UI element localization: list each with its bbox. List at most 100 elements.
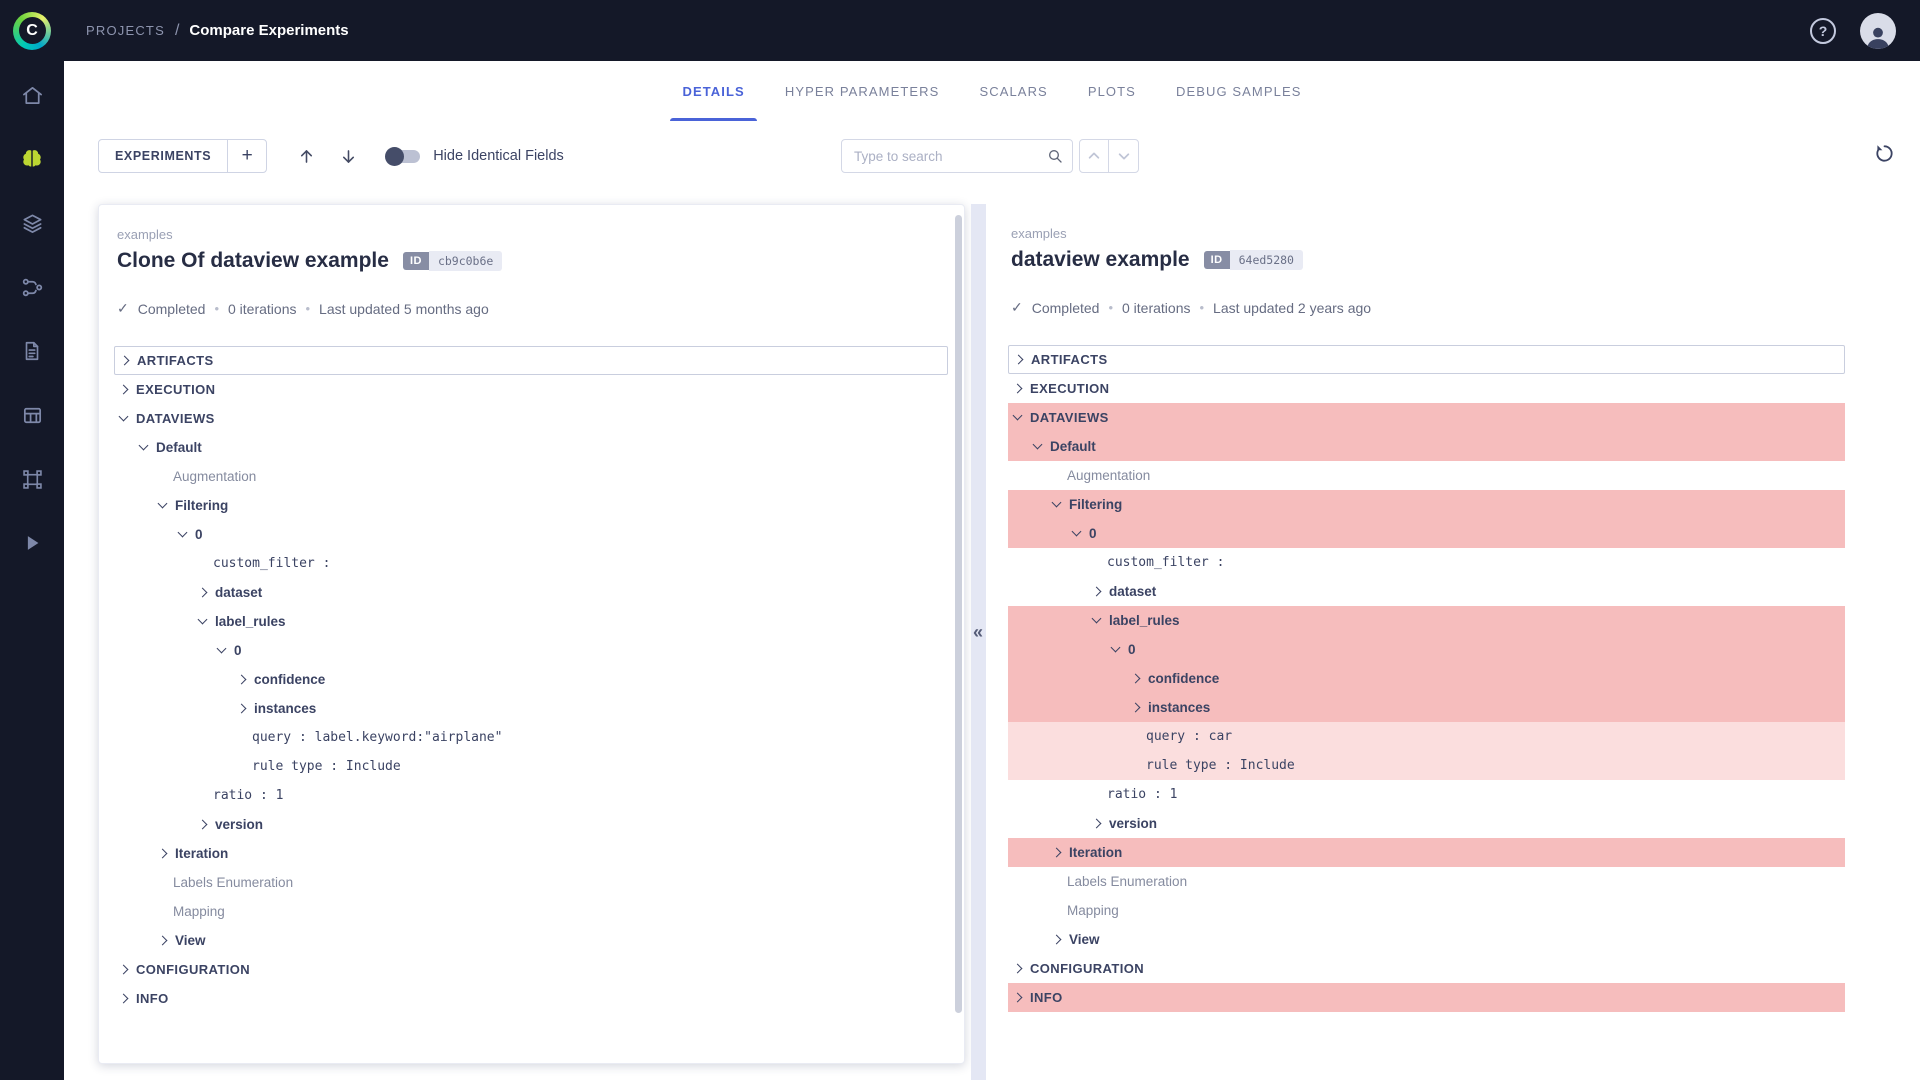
tree-row-dataset[interactable]: dataset xyxy=(1008,577,1845,606)
tree-row-info[interactable]: INFO xyxy=(1008,983,1845,1012)
tree-row-rule-type: rule type : Include xyxy=(114,752,948,781)
hide-identical-toggle-group: Hide Identical Fields xyxy=(387,148,564,164)
tree-row-configuration[interactable]: CONFIGURATION xyxy=(114,955,948,984)
experiments-selector-button[interactable]: EXPERIMENTS + xyxy=(98,139,267,173)
search-input[interactable] xyxy=(854,149,1047,164)
sidebar-item-pipelines[interactable] xyxy=(0,255,64,319)
panel-divider: « xyxy=(965,204,1008,1080)
breadcrumb-separator: / xyxy=(175,22,179,40)
tree-row-filter-0[interactable]: 0 xyxy=(1008,519,1845,548)
home-icon xyxy=(21,84,44,107)
chevron-right-icon xyxy=(237,675,247,685)
person-icon xyxy=(1865,25,1891,49)
search-box xyxy=(841,139,1073,173)
chevron-right-icon xyxy=(1013,993,1023,1003)
tree-row-rule-0[interactable]: 0 xyxy=(1008,635,1845,664)
chevron-right-icon xyxy=(119,994,129,1004)
tree-row-dataset[interactable]: dataset xyxy=(114,578,948,607)
sidebar-item-datasets[interactable] xyxy=(0,191,64,255)
tree-row-iteration[interactable]: Iteration xyxy=(1008,838,1845,867)
tree-row-filtering[interactable]: Filtering xyxy=(1008,490,1845,519)
tab-details[interactable]: DETAILS xyxy=(666,61,760,121)
tree-row-custom-filter: custom_filter : xyxy=(1008,548,1845,577)
details-tree: ARTIFACTS EXECUTION DATAVIEWS Default Au… xyxy=(1008,345,1845,1012)
chevron-down-icon xyxy=(119,412,129,422)
add-experiment-icon[interactable]: + xyxy=(228,140,266,172)
breadcrumb: PROJECTS / Compare Experiments xyxy=(86,22,349,40)
tree-row-configuration[interactable]: CONFIGURATION xyxy=(1008,954,1845,983)
tree-row-rule-0[interactable]: 0 xyxy=(114,636,948,665)
experiment-panel-left: examples Clone Of dataview example ID cb… xyxy=(98,204,965,1064)
sidebar-item-projects[interactable] xyxy=(0,127,64,191)
tree-row-view[interactable]: View xyxy=(114,926,948,955)
breadcrumb-projects-link[interactable]: PROJECTS xyxy=(86,23,165,38)
tree-row-filter-0[interactable]: 0 xyxy=(114,520,948,549)
sidebar-item-orchestration[interactable] xyxy=(0,383,64,447)
previous-diff-button[interactable] xyxy=(289,139,323,173)
user-avatar[interactable] xyxy=(1860,13,1896,49)
chevron-right-icon xyxy=(119,385,129,395)
hide-identical-toggle[interactable] xyxy=(387,150,420,163)
tree-row-confidence[interactable]: confidence xyxy=(1008,664,1845,693)
tree-row-info[interactable]: INFO xyxy=(114,984,948,1013)
details-tree: ARTIFACTS EXECUTION DATAVIEWS Default Au… xyxy=(114,346,948,1013)
tree-row-filtering[interactable]: Filtering xyxy=(114,491,948,520)
id-label: ID xyxy=(1204,251,1230,269)
completed-check-icon: ✓ xyxy=(117,300,129,317)
help-icon[interactable]: ? xyxy=(1810,18,1836,44)
tree-row-iteration[interactable]: Iteration xyxy=(114,839,948,868)
project-name: examples xyxy=(117,227,948,242)
status-row: ✓ Completed • 0 iterations • Last update… xyxy=(117,300,948,317)
tree-row-label-rules[interactable]: label_rules xyxy=(114,607,948,636)
tree-row-view[interactable]: View xyxy=(1008,925,1845,954)
tree-row-default[interactable]: Default xyxy=(1008,432,1845,461)
sidebar-item-dashboard[interactable] xyxy=(0,63,64,127)
auto-refresh-button[interactable] xyxy=(1873,142,1896,170)
next-diff-button[interactable] xyxy=(331,139,365,173)
search-prev-button[interactable] xyxy=(1080,140,1109,172)
experiment-title: Clone Of dataview example xyxy=(117,249,389,273)
tab-scalars[interactable]: SCALARS xyxy=(963,61,1063,121)
id-label: ID xyxy=(403,252,429,270)
arrow-down-icon xyxy=(339,147,358,166)
sidebar-item-applications[interactable] xyxy=(0,447,64,511)
chevron-down-icon xyxy=(139,441,149,451)
chevron-right-icon xyxy=(1052,848,1062,858)
sidebar-item-getting-started[interactable] xyxy=(0,511,64,575)
pipelines-icon xyxy=(21,276,44,299)
search-next-button[interactable] xyxy=(1109,140,1138,172)
tab-plots[interactable]: PLOTS xyxy=(1072,61,1152,121)
chevron-right-icon xyxy=(237,704,247,714)
tree-row-dataviews[interactable]: DATAVIEWS xyxy=(114,404,948,433)
tab-hyper-parameters[interactable]: HYPER PARAMETERS xyxy=(769,61,956,121)
tree-row-execution[interactable]: EXECUTION xyxy=(114,375,948,404)
tab-debug-samples[interactable]: DEBUG SAMPLES xyxy=(1160,61,1318,121)
chevron-down-icon xyxy=(1013,411,1023,421)
vertical-scrollbar[interactable] xyxy=(955,215,962,1013)
tree-row-default[interactable]: Default xyxy=(114,433,948,462)
chevron-right-icon xyxy=(198,820,208,830)
clearml-logo[interactable]: C xyxy=(0,12,64,50)
tree-row-dataviews[interactable]: DATAVIEWS xyxy=(1008,403,1845,432)
tree-row-execution[interactable]: EXECUTION xyxy=(1008,374,1845,403)
tree-row-version[interactable]: version xyxy=(114,810,948,839)
sidebar-item-reports[interactable] xyxy=(0,319,64,383)
search-icon[interactable] xyxy=(1047,148,1063,164)
panel-header: examples dataview example ID 64ed5280 ✓ … xyxy=(1008,204,1845,316)
tree-row-confidence[interactable]: confidence xyxy=(114,665,948,694)
chevron-down-icon xyxy=(217,644,227,654)
tree-row-ratio: ratio : 1 xyxy=(1008,780,1845,809)
chevron-down-icon xyxy=(1111,643,1121,653)
tree-row-instances[interactable]: instances xyxy=(114,694,948,723)
tree-row-label-rules[interactable]: label_rules xyxy=(1008,606,1845,635)
tree-row-artifacts[interactable]: ARTIFACTS xyxy=(114,346,948,375)
experiment-id-chip[interactable]: ID 64ed5280 xyxy=(1204,250,1303,270)
tree-row-instances[interactable]: instances xyxy=(1008,693,1845,722)
iterations-text: 0 iterations xyxy=(1122,300,1190,316)
tree-row-artifacts[interactable]: ARTIFACTS xyxy=(1008,345,1845,374)
tree-row-augmentation: Augmentation xyxy=(1008,461,1845,490)
project-name: examples xyxy=(1011,226,1845,241)
collapse-panel-button[interactable]: « xyxy=(967,619,989,645)
experiment-id-chip[interactable]: ID cb9c0b6e xyxy=(403,251,502,271)
tree-row-version[interactable]: version xyxy=(1008,809,1845,838)
